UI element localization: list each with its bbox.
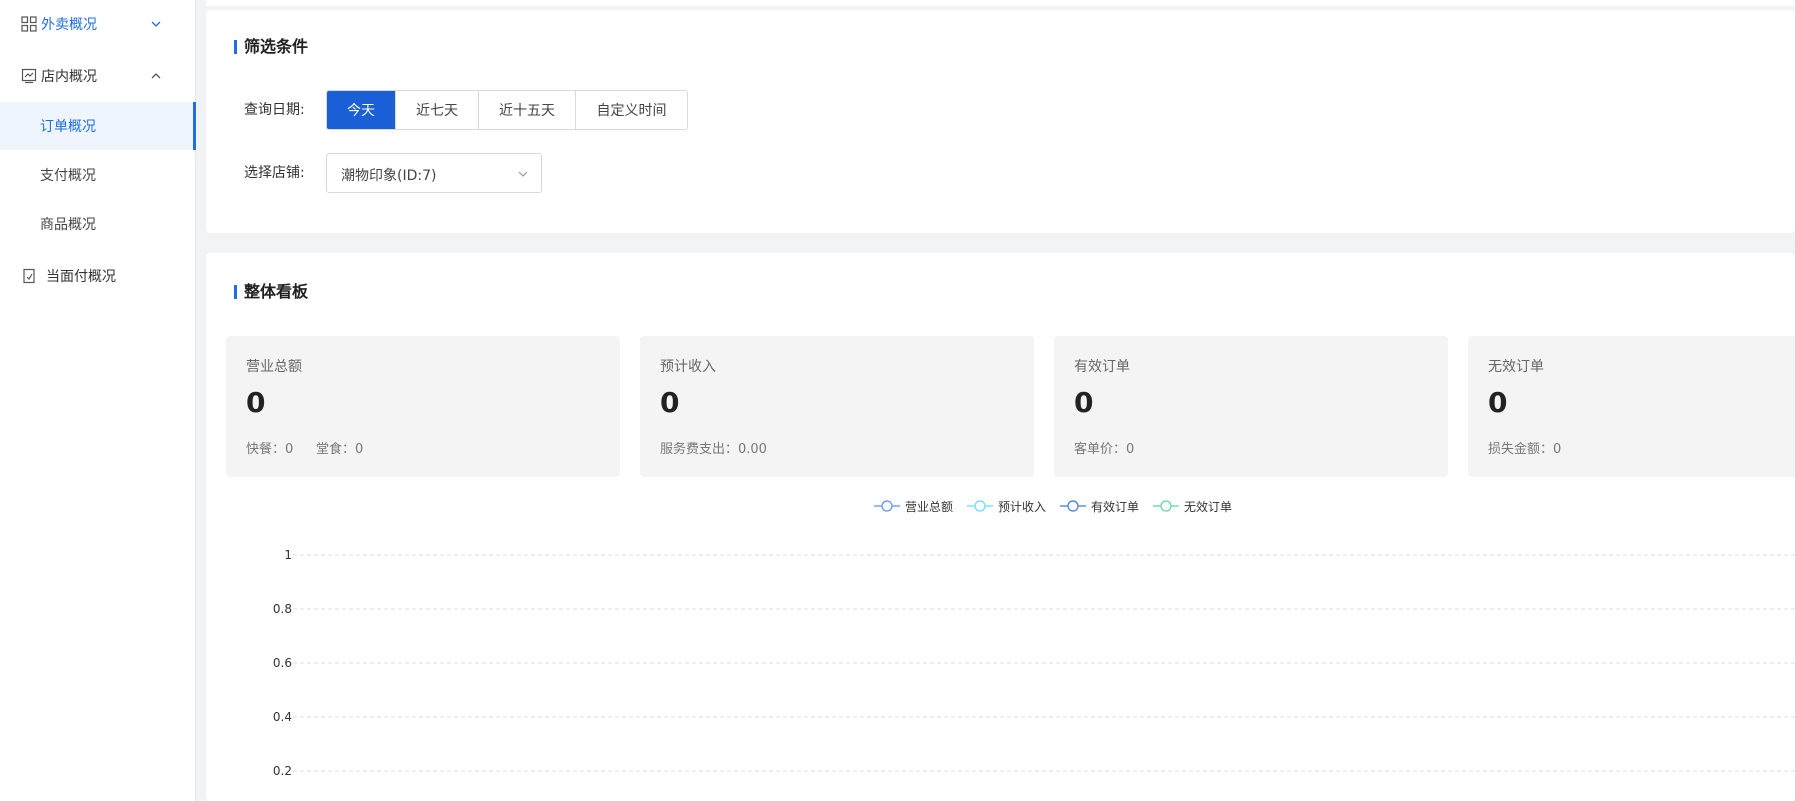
sidebar-item-instore[interactable]: 店内概况	[0, 52, 196, 100]
date-option-custom[interactable]: 自定义时间	[576, 91, 687, 129]
filter-section-title: 筛选条件	[234, 38, 308, 56]
sidebar-item-label: 当面付概况	[46, 269, 116, 285]
date-option-7days[interactable]: 近七天	[396, 91, 479, 129]
sidebar-subitem-label: 商品概况	[40, 217, 96, 233]
sidebar-subitem-product[interactable]: 商品概况	[0, 200, 196, 248]
sidebar-subitem-order[interactable]: 订单概况	[0, 102, 196, 150]
chevron-down-icon	[517, 168, 529, 180]
date-label: 查询日期:	[244, 102, 305, 118]
receipt-icon	[20, 267, 38, 285]
y-tick-label: 0.8	[273, 602, 292, 616]
date-option-today[interactable]: 今天	[327, 91, 396, 129]
store-label: 选择店铺:	[244, 165, 305, 181]
store-select[interactable]: 潮物印象(ID:7)	[326, 153, 542, 193]
date-range-selector: 今天 近七天 近十五天 自定义时间	[326, 90, 688, 130]
sidebar-subitem-label: 订单概况	[40, 119, 96, 135]
chevron-up-icon	[150, 70, 162, 82]
chevron-down-icon	[150, 18, 162, 30]
top-card-edge	[206, 0, 1795, 6]
grid-icon	[20, 15, 38, 33]
sidebar-item-label: 外卖概况	[41, 17, 97, 33]
y-tick-label: 1	[284, 548, 292, 562]
line-chart: 1 0.8 0.6 0.4 0.2	[273, 548, 1795, 778]
board-card: 整体看板 营业总额 0 快餐：0 堂食：0 预计收入 0 服务费支出：0.00 …	[206, 253, 1795, 801]
y-tick-label: 0.2	[273, 764, 292, 778]
sidebar-item-facepay[interactable]: 当面付概况	[0, 252, 196, 300]
filter-card: 筛选条件 查询日期: 今天 近七天 近十五天 自定义时间 选择店铺: 潮物印象(…	[206, 10, 1795, 233]
sidebar-item-label: 店内概况	[41, 69, 97, 85]
sidebar-item-takeout[interactable]: 外卖概况	[0, 0, 196, 48]
store-select-value: 潮物印象(ID:7)	[341, 168, 437, 184]
sidebar-subitem-payment[interactable]: 支付概况	[0, 151, 196, 199]
date-option-15days[interactable]: 近十五天	[479, 91, 576, 129]
sidebar-subitem-label: 支付概况	[40, 168, 96, 184]
y-tick-label: 0.4	[273, 710, 292, 724]
sidebar: 外卖概况 店内概况 订单概况 支付概况 商品概况 当面付概况	[0, 0, 196, 801]
chart-board-icon	[20, 67, 38, 85]
y-tick-label: 0.6	[273, 656, 292, 670]
